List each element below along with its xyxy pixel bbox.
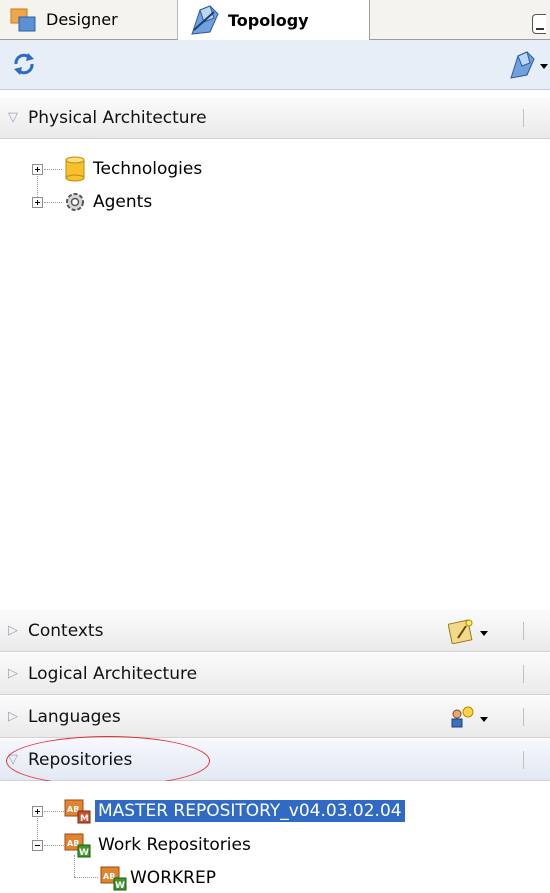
topology-icon (191, 5, 219, 35)
collapse-icon[interactable] (32, 840, 43, 851)
tree-node-work-repositories[interactable]: AB W Work Repositories (0, 830, 480, 860)
section-title: Physical Architecture (28, 107, 207, 128)
svg-text:W: W (79, 848, 89, 858)
designer-icon (10, 8, 36, 31)
tree-node-technologies[interactable]: Technologies (0, 154, 300, 184)
expand-triangle-icon: ▷ (8, 666, 18, 681)
tree-node-agents[interactable]: Agents (0, 187, 300, 217)
svg-text:M: M (80, 814, 89, 824)
tree-node-label: Agents (93, 192, 153, 212)
expand-icon[interactable] (32, 806, 43, 817)
tab-bar-filler (370, 0, 550, 40)
add-language-menu-icon[interactable] (448, 704, 496, 730)
refresh-icon[interactable] (10, 50, 38, 78)
expand-icon[interactable] (32, 197, 43, 208)
divider (523, 708, 524, 726)
tab-topology-label: Topology (228, 10, 309, 30)
expand-icon[interactable] (32, 164, 43, 175)
tab-designer-label: Designer (46, 10, 118, 29)
master-repository-icon: AB M (64, 799, 91, 824)
svg-text:AB: AB (103, 872, 115, 881)
add-context-menu-icon[interactable] (448, 618, 496, 644)
physical-architecture-tree: Technologies Agents (0, 139, 550, 609)
tree-node-label: WORKREP (130, 868, 216, 888)
divider (523, 622, 524, 640)
tab-designer[interactable]: Designer (0, 0, 178, 40)
tab-topology[interactable]: Topology (178, 0, 370, 40)
tree-node-label: Work Repositories (98, 835, 251, 855)
svg-text:AB: AB (67, 805, 79, 814)
divider (523, 751, 524, 769)
divider (523, 109, 524, 127)
gear-icon (66, 193, 84, 211)
topology-menu-icon[interactable] (508, 48, 548, 80)
section-title: Languages (28, 706, 121, 727)
section-physical-architecture[interactable]: ▽ Physical Architecture (0, 96, 550, 139)
tab-bar: Designer Topology (0, 0, 550, 40)
section-logical-architecture[interactable]: ▷ Logical Architecture (0, 652, 550, 695)
database-icon (65, 156, 85, 182)
toolbar (0, 40, 550, 90)
svg-text:AB: AB (67, 839, 79, 848)
work-repository-icon: AB W (100, 866, 127, 891)
minimize-button[interactable] (532, 14, 546, 34)
tree-node-label: Technologies (93, 159, 203, 179)
tree-node-label: MASTER REPOSITORY_v04.03.02.04 (95, 800, 405, 822)
section-contexts[interactable]: ▷ Contexts (0, 609, 550, 652)
annotation-circle (6, 736, 210, 786)
section-title: Logical Architecture (28, 663, 198, 684)
collapse-triangle-icon: ▽ (8, 110, 18, 125)
work-repositories-icon: AB W (64, 833, 91, 858)
divider (523, 665, 524, 683)
tree-node-workrep[interactable]: AB W WORKREP (0, 863, 480, 893)
section-title: Contexts (28, 620, 104, 641)
expand-triangle-icon: ▷ (8, 709, 18, 724)
tree-node-master-repository[interactable]: AB M MASTER REPOSITORY_v04.03.02.04 (0, 796, 480, 826)
expand-triangle-icon: ▷ (8, 623, 18, 638)
repositories-tree: AB M MASTER REPOSITORY_v04.03.02.04 AB W… (0, 781, 550, 893)
section-languages[interactable]: ▷ Languages (0, 695, 550, 738)
